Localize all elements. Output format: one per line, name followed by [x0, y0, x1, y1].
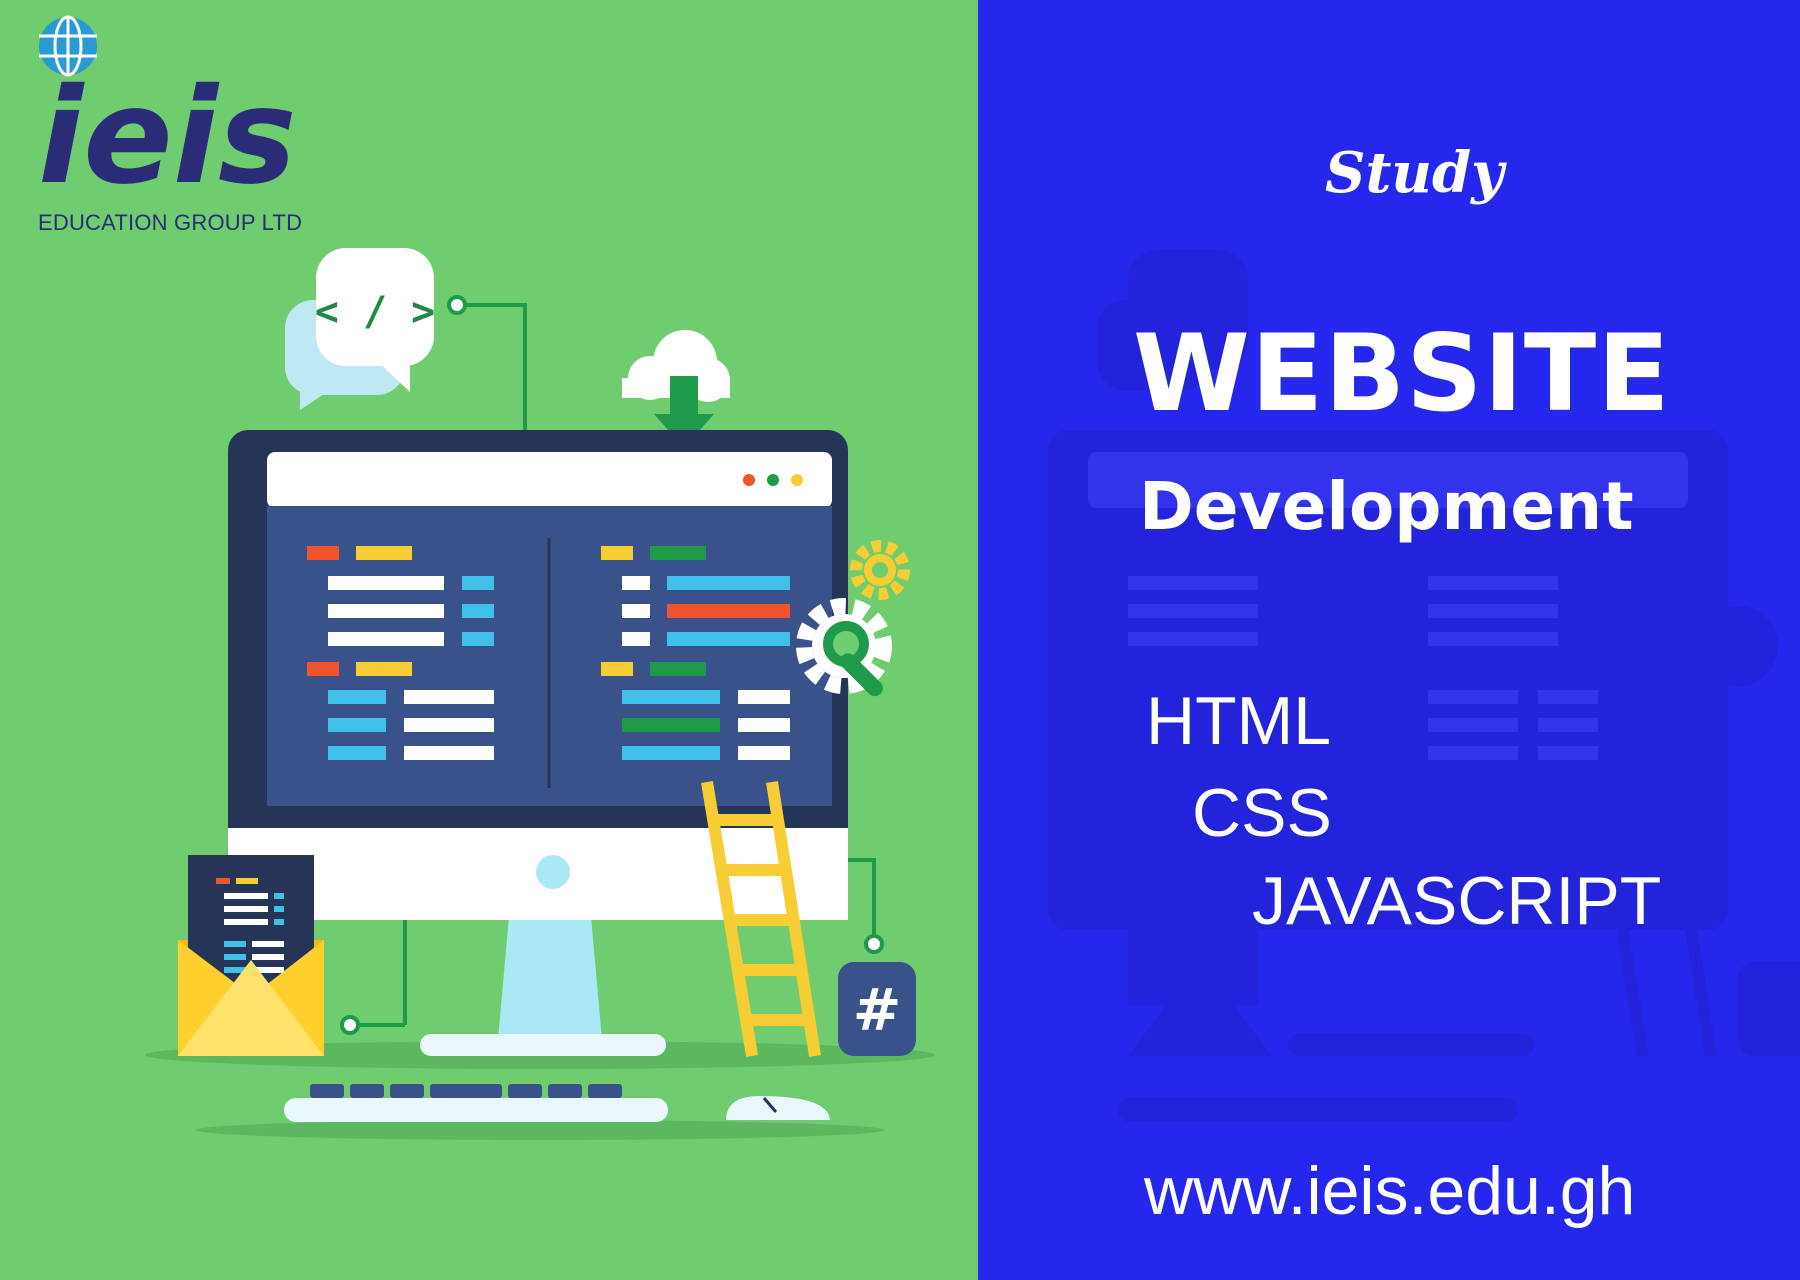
website-url: www.ieis.edu.gh: [1144, 1153, 1636, 1229]
skill-javascript: JAVASCRIPT: [1252, 863, 1662, 939]
hashtag-icon: #: [838, 962, 916, 1056]
headline: WEBSITE: [1133, 312, 1671, 435]
promo-banner: ieis EDUCATION GROUP LTD < / > # Study W…: [0, 0, 1800, 1280]
text-panel: Study WEBSITE Development HTML CSS JAVAS…: [978, 0, 1800, 1280]
skill-html: HTML: [1146, 683, 1332, 759]
chat-bubble-icon: < / >: [285, 248, 435, 410]
code-tag-text: < / >: [315, 289, 435, 335]
mouse: [726, 1096, 830, 1120]
keyboard: [284, 1084, 668, 1122]
skill-css: CSS: [1192, 775, 1332, 851]
illustration-panel: ieis EDUCATION GROUP LTD < / > #: [0, 0, 978, 1280]
web-dev-illustration: < / > #: [145, 248, 935, 1140]
subheadline: Development: [1139, 468, 1634, 545]
promo-kicker: Study: [1325, 140, 1504, 206]
monitor-stand: [498, 905, 602, 1040]
hash-symbol: #: [853, 976, 902, 1044]
email-envelope-icon: [178, 855, 324, 1056]
